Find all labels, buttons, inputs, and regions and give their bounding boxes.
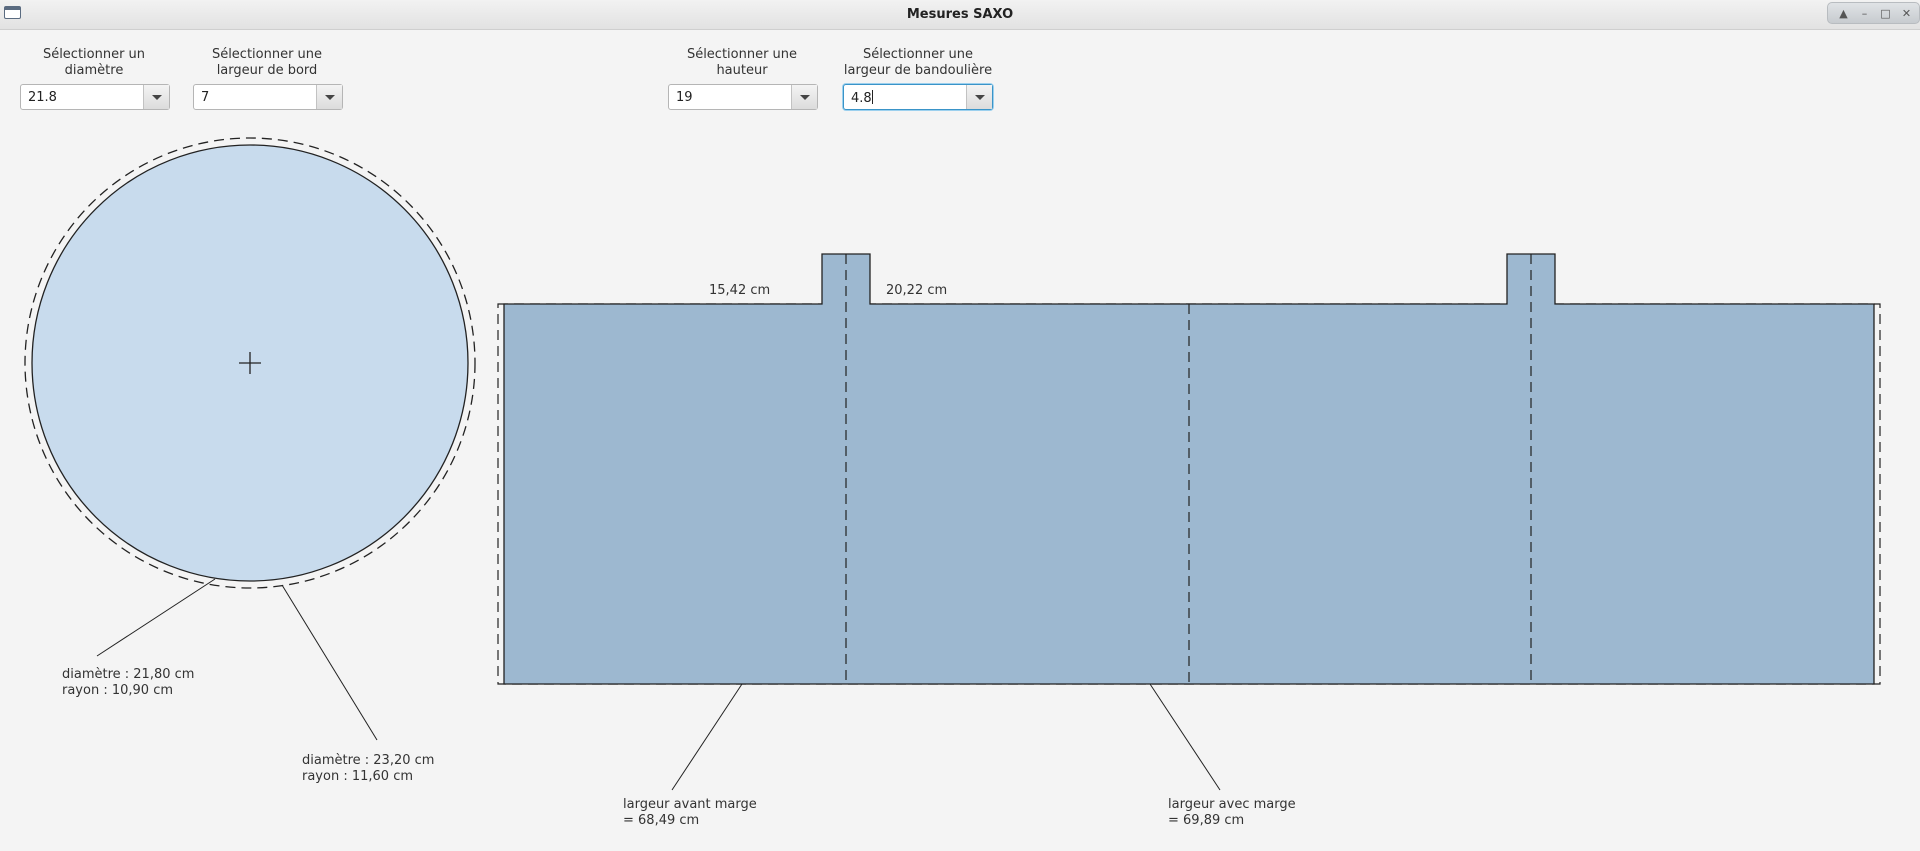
outer-diameter-text: diamètre : 23,20 cm (302, 753, 434, 768)
width-after-leader (1149, 683, 1221, 791)
outer-diameter-leader (281, 584, 378, 741)
outer-radius-text: rayon : 11,60 cm (302, 769, 413, 784)
width-before-text-line2: = 68,49 cm (623, 813, 699, 828)
width-after-text-line2: = 69,89 cm (1168, 813, 1244, 828)
width-after-text-line1: largeur avec marge (1168, 797, 1296, 812)
width-before-text-line1: largeur avant marge (623, 797, 757, 812)
inner-diameter-text: diamètre : 21,80 cm (62, 667, 194, 682)
segment-label-1: 15,42 cm (709, 283, 770, 298)
segment-label-2: 20,22 cm (886, 283, 947, 298)
width-before-leader (671, 683, 743, 791)
inner-radius-text: rayon : 10,90 cm (62, 683, 173, 698)
drawing-canvas: diamètre : 21,80 cm rayon : 10,90 cm dia… (24, 137, 1881, 828)
inner-diameter-leader (96, 578, 216, 657)
